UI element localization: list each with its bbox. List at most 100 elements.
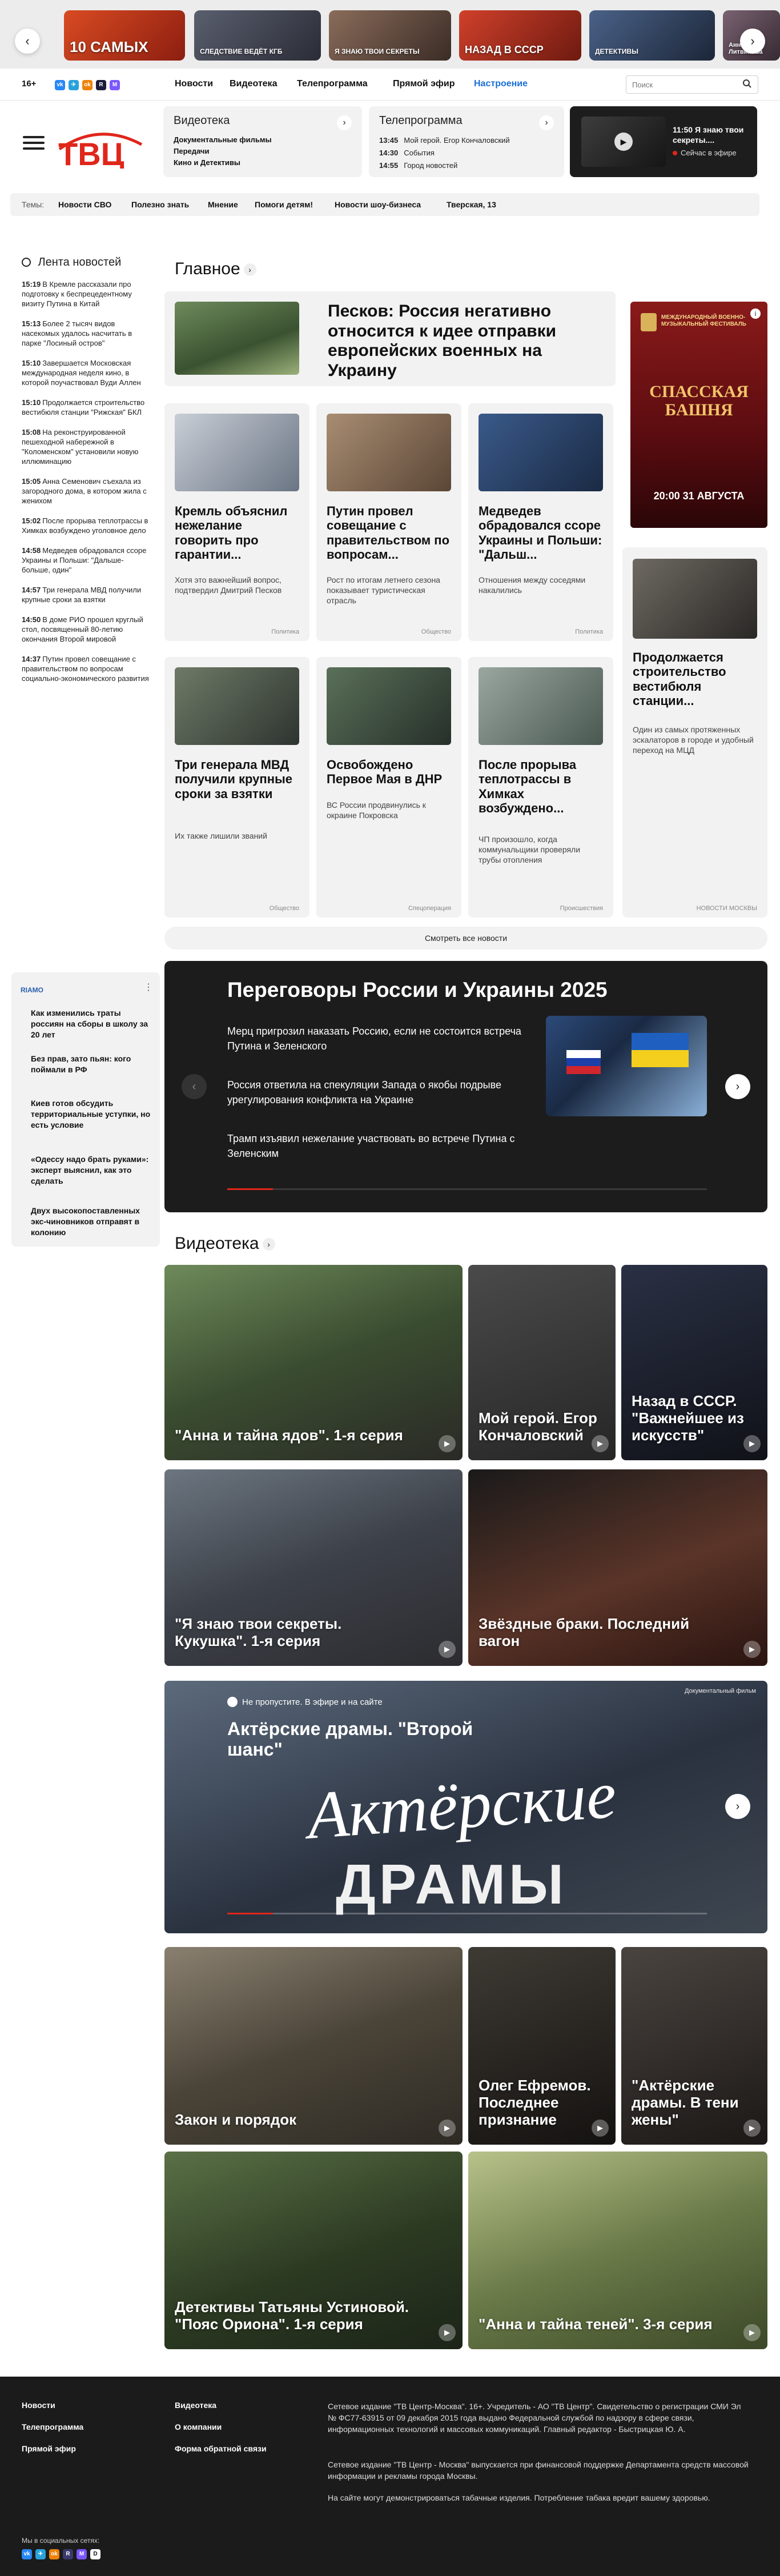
- max-icon[interactable]: M: [110, 80, 120, 90]
- vk-icon[interactable]: vk: [55, 80, 65, 90]
- main-section-title[interactable]: Главное ›: [175, 259, 256, 279]
- promo-card[interactable]: 10 САМЫХ: [64, 10, 185, 61]
- news-card[interactable]: Три генерала МВД получили крупные сроки …: [164, 657, 309, 918]
- play-icon[interactable]: ▶: [592, 1435, 609, 1452]
- news-category[interactable]: Спецоперация: [408, 905, 451, 912]
- video-tile[interactable]: "Я знаю твои секреты. Кукушка". 1-я сери…: [164, 1469, 463, 1666]
- news-card[interactable]: После прорыва теплотрассы в Химках возбу…: [468, 657, 613, 918]
- news-category[interactable]: Общество: [270, 905, 299, 912]
- theme-link[interactable]: Тверская, 13: [447, 200, 496, 209]
- nav-video[interactable]: Видеотека: [230, 79, 277, 89]
- play-icon[interactable]: ▶: [743, 1435, 761, 1452]
- video-library-link[interactable]: Кино и Детективы: [174, 157, 352, 169]
- chevron-right-icon[interactable]: ›: [243, 263, 256, 277]
- video-tile[interactable]: Детективы Татьяны Устиновой. "Пояс Орион…: [164, 2152, 463, 2349]
- ria-item[interactable]: Двух высокопоставленных экс-чиновников о…: [31, 1205, 151, 1238]
- nav-news[interactable]: Новости: [175, 79, 213, 89]
- video-tile[interactable]: Мой герой. Егор Кончаловский ▶: [468, 1265, 616, 1460]
- chevron-right-icon[interactable]: ›: [337, 115, 352, 130]
- promo-banner[interactable]: Не пропустите. В эфире и на сайте Актёрс…: [164, 1681, 767, 1933]
- video-tile[interactable]: "Анна и тайна ядов". 1-я серия ▶: [164, 1265, 463, 1460]
- negotiations-item[interactable]: Мерц пригрозил наказать Россию, если не …: [227, 1024, 547, 1053]
- theme-link[interactable]: Помоги детям!: [255, 200, 313, 209]
- promo-card[interactable]: НАЗАД В СССР: [459, 10, 581, 61]
- theme-link[interactable]: Новости СВО: [58, 200, 111, 209]
- footer-link[interactable]: Видеотека: [175, 2401, 216, 2410]
- news-title[interactable]: Медведев обрадовался ссоре Украины и Пол…: [479, 504, 604, 562]
- theme-link[interactable]: Мнение: [208, 200, 238, 209]
- news-card[interactable]: Продолжается строительство вестибюля ста…: [622, 547, 767, 918]
- ria-item[interactable]: Киев готов обсудить территориальные усту…: [31, 1098, 151, 1131]
- dzen-icon[interactable]: D: [90, 2549, 100, 2559]
- live-preview[interactable]: ▶: [581, 117, 666, 167]
- promo-prev-button[interactable]: ‹: [15, 29, 40, 54]
- play-icon[interactable]: ▶: [743, 2120, 761, 2137]
- play-icon[interactable]: ▶: [439, 1641, 456, 1658]
- news-title[interactable]: После прорыва теплотрассы в Химках возбу…: [479, 758, 604, 815]
- video-tile[interactable]: Звёздные браки. Последний вагон ▶: [468, 1469, 767, 1666]
- play-icon[interactable]: ▶: [592, 2120, 609, 2137]
- tv-program-box[interactable]: Телепрограмма 13:45 Мой герой. Егор Конча…: [369, 106, 564, 177]
- feed-item[interactable]: 15:10 Продолжается строительство вестибюл…: [9, 398, 152, 417]
- vk-icon[interactable]: vk: [22, 2549, 32, 2559]
- feed-item[interactable]: 15:13 Более 2 тысяч видов насекомых удало…: [9, 319, 152, 348]
- rutube-icon[interactable]: R: [63, 2549, 73, 2559]
- news-title[interactable]: Освобождено Первое Мая в ДНР: [327, 758, 452, 787]
- footer-link[interactable]: О компании: [175, 2422, 222, 2431]
- promo-card[interactable]: Я ЗНАЮ ТВОИ СЕКРЕТЫ: [329, 10, 451, 61]
- feed-item[interactable]: 15:02 После прорыва теплотрассы в Химках …: [9, 516, 152, 535]
- news-title[interactable]: Продолжается строительство вестибюля ста…: [633, 650, 758, 708]
- telegram-icon[interactable]: ✈: [69, 80, 79, 90]
- news-category[interactable]: Происшествия: [560, 905, 603, 912]
- news-title[interactable]: Кремль объяснил нежелание говорить про г…: [175, 504, 300, 562]
- play-icon[interactable]: ▶: [439, 2120, 456, 2137]
- promo-card[interactable]: ДЕТЕКТИВЫ: [589, 10, 715, 61]
- live-now-box[interactable]: ▶ 11:50 Я знаю твои секреты.... Сейчас в…: [570, 106, 757, 177]
- feed-item[interactable]: 15:10 Завершается Московская международна…: [9, 358, 152, 387]
- nav-mood[interactable]: Настроение: [474, 79, 528, 89]
- feed-item[interactable]: 15:05 Анна Семенович съехала из загородно…: [9, 476, 152, 506]
- more-icon[interactable]: ⋮: [144, 981, 153, 993]
- nav-live[interactable]: Прямой эфир: [393, 79, 455, 89]
- negotiations-item[interactable]: Россия ответила на спекуляции Запада о я…: [227, 1077, 547, 1107]
- nav-tv-program[interactable]: Телепрограмма: [297, 79, 368, 89]
- feed-item[interactable]: 14:50 В доме РИО прошел круглый стол, пос…: [9, 615, 152, 644]
- ok-icon[interactable]: ok: [82, 80, 93, 90]
- play-icon[interactable]: ▶: [439, 1435, 456, 1452]
- slider-next-button[interactable]: ›: [725, 1794, 750, 1819]
- news-card[interactable]: Медведев обрадовался ссоре Украины и Пол…: [468, 403, 613, 641]
- chevron-right-icon[interactable]: ›: [539, 115, 554, 130]
- news-category[interactable]: Общество: [421, 628, 451, 635]
- news-card[interactable]: Путин провел совещание с правительством …: [316, 403, 461, 641]
- ad-banner[interactable]: МЕЖДУНАРОДНЫЙ ВОЕННО-МУЗЫКАЛЬНЫЙ ФЕСТИВА…: [630, 302, 767, 528]
- video-library-box[interactable]: Видеотека Документальные фильмы Передачи…: [163, 106, 362, 177]
- promo-next-button[interactable]: ›: [740, 29, 765, 54]
- theme-link[interactable]: Новости шоу-бизнеса: [335, 200, 421, 209]
- video-tile[interactable]: "Актёрские драмы. В тени жены" ▶: [621, 1947, 767, 2145]
- feed-item[interactable]: 14:58 Медведев обрадовался ссоре Украины …: [9, 546, 152, 575]
- play-icon[interactable]: ▶: [743, 2324, 761, 2341]
- news-card[interactable]: Кремль объяснил нежелание говорить про г…: [164, 403, 309, 641]
- news-title[interactable]: Путин провел совещание с правительством …: [327, 504, 452, 562]
- rutube-icon[interactable]: R: [96, 80, 106, 90]
- video-tile[interactable]: Назад в СССР. "Важнейшее из искусств" ▶: [621, 1265, 767, 1460]
- ria-item[interactable]: Без прав, зато пьян: кого поймали в РФ: [31, 1053, 151, 1075]
- max-icon[interactable]: M: [77, 2549, 87, 2559]
- ria-item[interactable]: «Одессу надо брать руками»: эксперт выяс…: [31, 1154, 151, 1187]
- hero-title[interactable]: Песков: Россия негативно относится к иде…: [328, 302, 608, 380]
- footer-link[interactable]: Телепрограмма: [22, 2422, 83, 2431]
- feed-item[interactable]: 15:19 В Кремле рассказали про подготовку …: [9, 279, 152, 309]
- video-tile[interactable]: Олег Ефремов. Последнее признание ▶: [468, 1947, 616, 2145]
- video-tile[interactable]: Закон и порядок ▶: [164, 1947, 463, 2145]
- theme-link[interactable]: Полезно знать: [131, 200, 189, 209]
- promo-card[interactable]: СЛЕДСТВИЕ ВЕДЁТ КГБ: [194, 10, 321, 61]
- negotiations-title[interactable]: Переговоры России и Украины 2025: [227, 978, 608, 1002]
- telegram-icon[interactable]: ✈: [35, 2549, 46, 2559]
- play-icon[interactable]: ▶: [743, 1641, 761, 1658]
- feed-item[interactable]: 14:57 Три генерала МВД получили крупные с…: [9, 585, 152, 604]
- riamo-logo[interactable]: RIAMO: [21, 986, 43, 994]
- feed-item[interactable]: 15:08 На реконструированной пешеходной на…: [9, 427, 152, 466]
- tvc-logo[interactable]: ТВЦ: [55, 117, 146, 172]
- footer-link[interactable]: Форма обратной связи: [175, 2444, 267, 2453]
- chevron-right-icon[interactable]: ›: [262, 1238, 275, 1251]
